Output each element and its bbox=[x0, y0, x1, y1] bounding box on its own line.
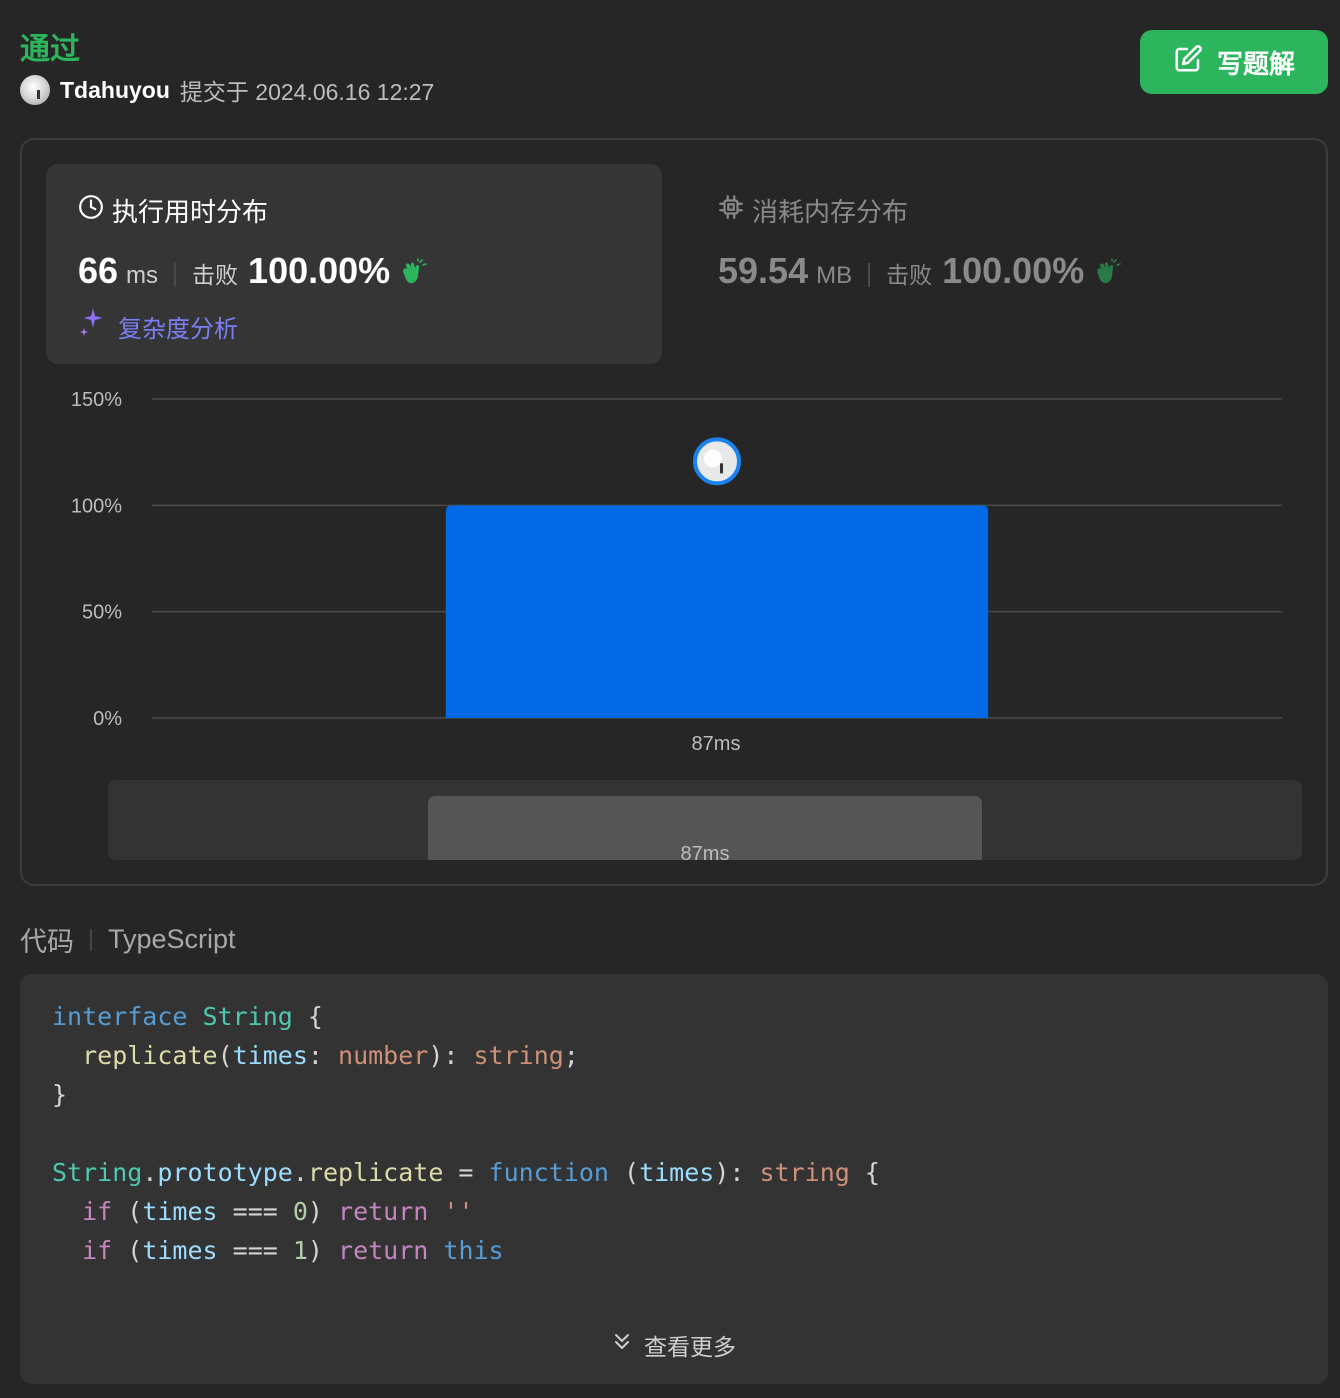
code-line: if (times === 0) return '' bbox=[82, 1197, 474, 1226]
code-section-header: 代码 TypeScript bbox=[20, 920, 236, 959]
code-label: 代码 bbox=[20, 927, 74, 957]
code-line: replicate(times: number): string; bbox=[82, 1041, 579, 1070]
code-line: } bbox=[52, 1080, 68, 1109]
y-tick-label: 100% bbox=[71, 495, 122, 517]
code-line: interface String { bbox=[52, 1002, 323, 1031]
see-more-button[interactable]: 查看更多 bbox=[610, 1328, 736, 1362]
avatar-highlight bbox=[704, 449, 722, 468]
y-tick-label: 150% bbox=[71, 389, 122, 411]
x-tick-label: 87ms bbox=[692, 733, 741, 755]
navigator-label: 87ms bbox=[681, 843, 730, 865]
bar bbox=[445, 505, 989, 718]
avatar-figure bbox=[720, 463, 723, 474]
y-tick-label: 50% bbox=[82, 602, 122, 624]
y-tick-label: 0% bbox=[93, 708, 122, 730]
code-line: if (times === 1) return this bbox=[82, 1236, 504, 1265]
code-language: TypeScript bbox=[108, 924, 236, 954]
runtime-distribution-chart: 0% 50% 100% 150% 87ms 87ms bbox=[71, 389, 1302, 865]
see-more-label: 查看更多 bbox=[644, 1334, 736, 1360]
double-chevron-down-icon bbox=[610, 1330, 634, 1360]
code-line: String.prototype.replicate = function (t… bbox=[52, 1158, 880, 1187]
divider bbox=[90, 928, 92, 951]
